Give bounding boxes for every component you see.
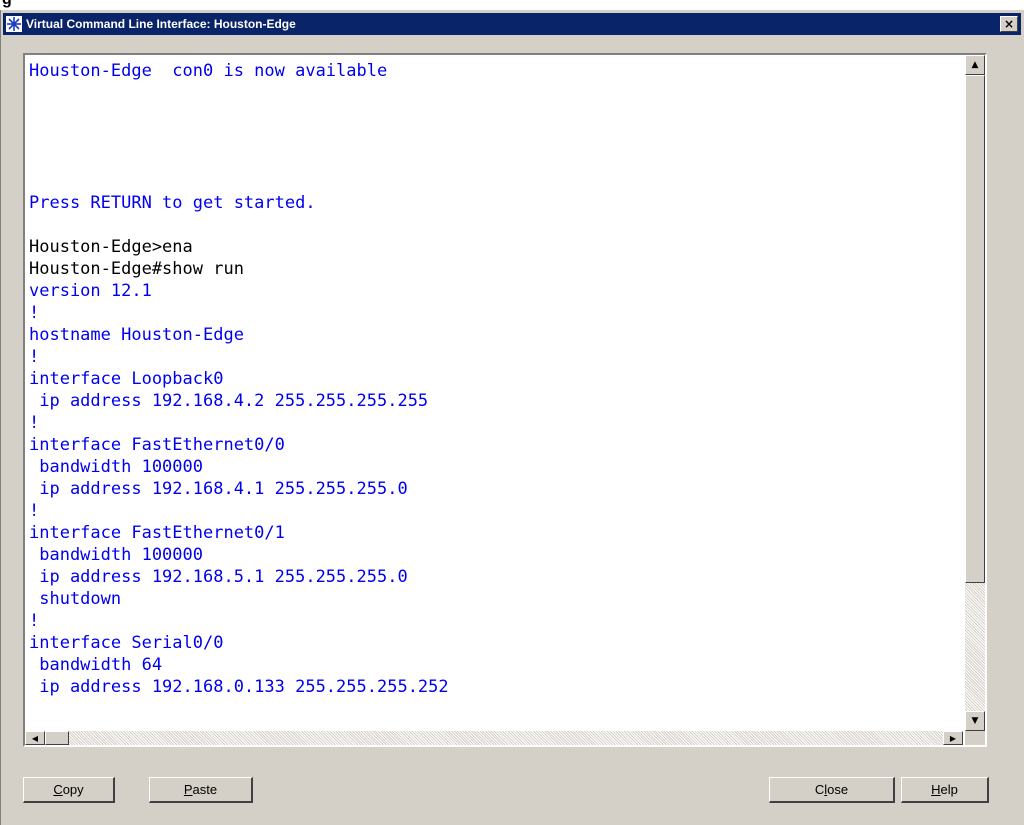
terminal-line: interface Loopback0 [29,369,224,389]
terminal-line: bandwidth 100000 [29,545,203,565]
terminal-line: shutdown [29,589,122,609]
paste-button-label: Paste [183,782,218,797]
terminal-line: version 12.1 [29,281,152,301]
terminal-line: ip address 192.168.4.1 255.255.255.0 [29,479,408,499]
close-button[interactable]: Close [769,777,895,803]
terminal-line: ! [29,413,40,433]
scrollbar-corner [965,731,985,745]
terminal-line: Houston-Edge#show run [29,259,244,279]
terminal-frame: Houston-Edge con0 is now available Press … [23,53,987,747]
terminal-line: ! [29,347,40,367]
terminal-line: ip address 192.168.4.2 255.255.255.255 [29,391,429,411]
terminal-lines: Houston-Edge con0 is now available Press … [29,60,449,698]
window-title: Virtual Command Line Interface: Houston-… [26,17,296,31]
terminal-line: ip address 192.168.0.133 255.255.255.252 [29,677,449,697]
paste-button[interactable]: Paste [149,777,253,803]
arrow-up-icon: ▲ [971,60,979,70]
terminal-line: Houston-Edge>ena [29,237,193,257]
help-button-label: Help [931,782,958,797]
vertical-scroll-thumb[interactable] [965,75,985,583]
terminal-line: interface FastEthernet0/0 [29,435,285,455]
terminal-line: bandwidth 100000 [29,457,203,477]
close-icon: × [1003,17,1015,31]
terminal-line: ! [29,501,40,521]
copy-button-label: Copy [53,782,84,797]
horizontal-scroll-thumb[interactable] [45,731,69,745]
window-close-button[interactable]: × [1000,16,1018,32]
scroll-right-button[interactable]: ▶ [943,731,963,745]
terminal-output[interactable]: Houston-Edge con0 is now available Press … [25,55,963,731]
terminal-line: ! [29,303,40,323]
top-strip: g [0,0,1024,10]
terminal-line: Press RETURN to get started. [29,193,316,213]
terminal-line: bandwidth 64 [29,655,163,675]
horizontal-scrollbar[interactable]: ◀ ▶ [25,731,963,745]
title-bar[interactable]: Virtual Command Line Interface: Houston-… [3,13,1021,35]
terminal-line: Houston-Edge con0 is now available [29,61,388,81]
close-button-label: Close [814,782,849,797]
terminal-line: hostname Houston-Edge [29,325,244,345]
arrow-left-icon: ◀ [31,733,39,743]
scroll-left-button[interactable]: ◀ [25,731,45,745]
help-button[interactable]: Help [901,777,989,803]
copy-button[interactable]: Copy [23,777,115,803]
scroll-up-button[interactable]: ▲ [965,55,985,75]
vcli-window: Virtual Command Line Interface: Houston-… [0,10,1024,825]
vertical-scrollbar[interactable]: ▲ ▼ [965,55,985,731]
terminal-line: interface Serial0/0 [29,633,224,653]
terminal-line: interface FastEthernet0/1 [29,523,285,543]
terminal-line: ! [29,611,40,631]
arrow-down-icon: ▼ [971,716,979,726]
scroll-down-button[interactable]: ▼ [965,711,985,731]
terminal-line: ip address 192.168.5.1 255.255.255.0 [29,567,408,587]
star-burst-icon [6,16,22,32]
arrow-right-icon: ▶ [949,733,957,743]
page-fragment-text: g [2,0,12,9]
